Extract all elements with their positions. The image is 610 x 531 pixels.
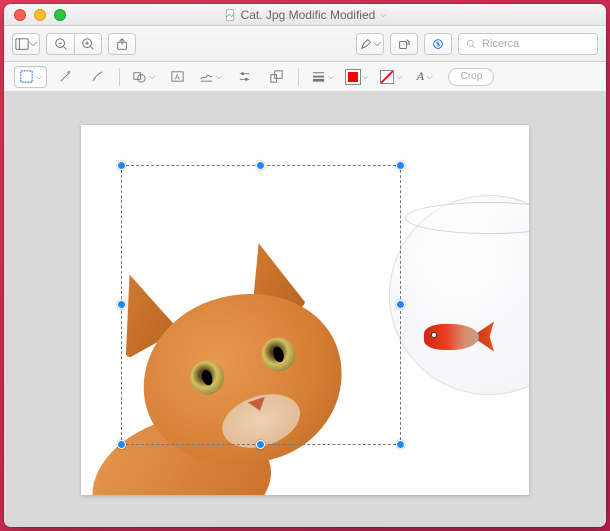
resize-handle-bottom-left[interactable] [117,440,126,449]
svg-text:A: A [174,72,179,81]
search-field[interactable]: Ricerca [458,33,598,55]
fill-color-button[interactable]: ⌵ [376,66,406,88]
markup-icon [431,37,445,51]
share-button[interactable] [108,33,136,55]
text-button[interactable]: A [163,66,191,88]
sketch-button[interactable] [83,66,111,88]
titlebar: Cat. Jpg Modific Modified ⌵ [4,4,606,26]
search-icon [465,38,477,50]
separator [298,68,299,86]
zoom-in-button[interactable] [74,33,102,55]
chevron-down-icon: ⌵ [426,72,432,82]
selection-marquee[interactable] [121,165,401,445]
chevron-down-icon: ⌵ [396,72,402,82]
zoom-out-button[interactable] [46,33,74,55]
minimize-window-button[interactable] [34,9,46,21]
pen-icon [359,37,373,51]
selection-tool-button[interactable]: ⌵ [14,66,47,88]
chevron-down-icon: ⌵ [149,72,155,82]
fullscreen-window-button[interactable] [54,9,66,21]
zoom-in-icon [81,37,95,51]
line-weight-icon [311,69,326,84]
resize-handle-top-left[interactable] [117,161,126,170]
highlight-button[interactable]: ⌵ [356,33,384,55]
main-toolbar: ⌵ ⌵ Ricerca [4,26,606,62]
chevron-down-icon: ⌵ [328,72,334,82]
text-icon: A [170,69,185,84]
sidebar-icon [15,37,29,51]
text-style-button[interactable]: A ⌵ [410,66,438,88]
border-style-button[interactable]: ⌵ [307,66,338,88]
fishbowl-graphic [389,195,529,395]
search-placeholder: Ricerca [482,38,519,50]
resize-handle-top-right[interactable] [396,161,405,170]
pencil-icon [90,69,105,84]
chevron-down-icon: ⌵ [29,37,37,50]
rotate-button[interactable] [390,33,418,55]
adjust-size-button[interactable] [262,66,290,88]
instant-alpha-button[interactable] [51,66,79,88]
markup-toolbar: ⌵ ⌵ A ⌵ ⌵ ⌵ [4,62,606,92]
traffic-lights [4,9,66,21]
resize-handle-top-middle[interactable] [256,161,265,170]
markup-toggle-button[interactable] [424,33,452,55]
document-icon [224,9,236,21]
wand-icon [58,69,73,84]
crop-button[interactable]: Crop [448,68,494,86]
signature-icon [199,69,214,84]
adjust-color-button[interactable] [230,66,258,88]
preview-window: Cat. Jpg Modific Modified ⌵ ⌵ ⌵ [4,4,606,527]
share-icon [115,37,129,51]
rotate-icon [397,37,411,51]
sign-button[interactable]: ⌵ [195,66,226,88]
resize-handle-middle-right[interactable] [396,300,405,309]
close-window-button[interactable] [14,9,26,21]
canvas-area [4,92,606,527]
chevron-down-icon: ⌵ [362,72,368,82]
shapes-button[interactable]: ⌵ [128,66,159,88]
crop-label: Crop [461,71,483,82]
resize-icon [269,69,284,84]
dropdown-chevron-icon: ⌵ [380,10,386,20]
chevron-down-icon: ⌵ [373,37,381,50]
window-title: Cat. Jpg Modific Modified [241,8,376,22]
color-swatch-icon [346,70,360,84]
resize-handle-bottom-middle[interactable] [256,440,265,449]
border-color-button[interactable]: ⌵ [342,66,372,88]
text-style-label: A [417,69,424,84]
resize-handle-bottom-right[interactable] [396,440,405,449]
chevron-down-icon: ⌵ [216,72,222,82]
separator [119,68,120,86]
fish-graphic [409,320,494,355]
sliders-icon [237,69,252,84]
zoom-out-icon [54,37,68,51]
chevron-down-icon: ⌵ [36,72,42,82]
view-mode-button[interactable]: ⌵ [12,33,40,55]
shapes-icon [132,69,147,84]
fill-swatch-icon [380,70,394,84]
document-canvas[interactable] [81,125,529,495]
resize-handle-middle-left[interactable] [117,300,126,309]
window-title-wrap: Cat. Jpg Modific Modified ⌵ [4,8,606,22]
selection-rect-icon [19,69,34,84]
